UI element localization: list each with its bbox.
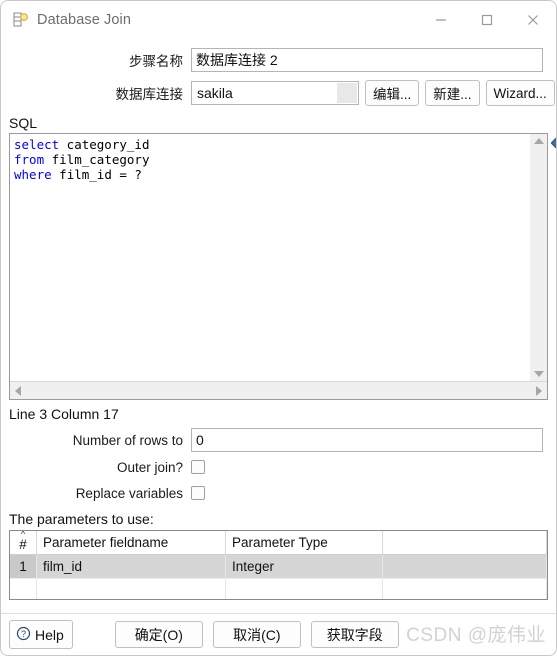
sql-text: film_category <box>44 152 150 167</box>
bookmark-diamond-icon[interactable] <box>550 135 556 151</box>
cancel-button[interactable]: 取消(C) <box>212 621 301 648</box>
connection-label: 数据库连接 <box>115 87 184 102</box>
number-of-rows-input[interactable] <box>191 428 543 452</box>
replace-variables-row: Replace variables <box>1 481 556 505</box>
sql-horizontal-scrollbar[interactable] <box>10 381 547 399</box>
sql-keyword: from <box>14 152 45 167</box>
parameter-fieldname-cell[interactable] <box>36 578 226 599</box>
help-button[interactable]: ? Help <box>9 620 73 649</box>
sql-vertical-scrollbar[interactable] <box>529 134 547 381</box>
dialog-footer: ? Help 确定(O) 取消(C) 获取字段 CSDN @庞伟业 <box>1 613 556 655</box>
scroll-down-icon[interactable] <box>533 371 544 377</box>
number-of-rows-row: Number of rows to <box>1 427 556 453</box>
sort-ascending-icon: ^ <box>20 530 26 539</box>
window-controls <box>418 1 556 39</box>
column-header-type[interactable]: Parameter Type <box>225 531 383 555</box>
close-icon[interactable] <box>510 1 556 39</box>
parameter-fieldname-cell[interactable]: film_id <box>36 554 226 579</box>
outer-join-label: Outer join? <box>116 459 183 475</box>
step-name-input[interactable] <box>191 48 543 72</box>
database-join-icon <box>12 11 30 29</box>
help-button-label: Help <box>35 626 64 643</box>
row-index-cell <box>10 578 37 599</box>
window-title: Database Join <box>37 12 131 28</box>
cursor-position-status: Line 3 Column 17 <box>9 406 119 422</box>
database-join-dialog: Database Join 步骤名称 数据库连接 sakila <box>0 0 557 656</box>
sql-editor[interactable]: select category_id from film_category wh… <box>9 133 556 400</box>
wizard-button[interactable]: Wizard... <box>485 80 555 106</box>
table-row[interactable] <box>10 578 547 599</box>
parameter-type-cell[interactable]: Integer <box>225 554 383 579</box>
sql-keyword: where <box>14 167 52 182</box>
sql-text: film_id = ? <box>51 167 142 182</box>
question-circle-icon: ? <box>16 626 31 644</box>
parameter-empty-cell <box>382 578 547 599</box>
minimize-icon[interactable] <box>418 1 464 39</box>
table-header-row: ^ # Parameter fieldname Parameter Type <box>10 531 547 555</box>
scroll-up-icon[interactable] <box>533 138 544 144</box>
parameter-empty-cell <box>382 554 547 579</box>
sql-section-label: SQL <box>9 115 38 131</box>
parameters-table: ^ # Parameter fieldname Parameter Type 1… <box>10 531 547 599</box>
parameters-caption: The parameters to use: <box>9 511 154 527</box>
get-fields-button[interactable]: 获取字段 <box>310 621 399 648</box>
scroll-left-icon[interactable] <box>15 385 21 396</box>
row-index-cell: 1 <box>10 554 37 579</box>
column-header-empty <box>382 531 547 555</box>
outer-join-checkbox[interactable] <box>191 460 205 474</box>
parameters-table-body: 1 film_id Integer <box>10 554 547 599</box>
column-header-index[interactable]: ^ # <box>10 531 37 555</box>
title-bar: Database Join <box>1 1 556 39</box>
connection-row: 数据库连接 sakila 编辑... 新建... Wizard... <box>1 80 556 106</box>
replace-variables-label: Replace variables <box>75 485 183 501</box>
parameter-type-cell[interactable] <box>225 578 383 599</box>
svg-text:?: ? <box>21 629 26 639</box>
replace-variables-checkbox[interactable] <box>191 486 205 500</box>
footer-actions: 确定(O) 取消(C) 获取字段 <box>114 621 399 648</box>
connection-combo[interactable]: sakila <box>191 81 359 105</box>
step-name-label: 步骤名称 <box>129 54 183 69</box>
column-header-index-label: # <box>19 537 27 552</box>
maximize-icon[interactable] <box>464 1 510 39</box>
sql-text: category_id <box>59 137 150 152</box>
sql-code-text[interactable]: select category_id from film_category wh… <box>10 134 529 381</box>
number-of-rows-label: Number of rows to <box>72 432 183 448</box>
sql-keyword: select <box>14 137 60 152</box>
parameters-table-wrapper: ^ # Parameter fieldname Parameter Type 1… <box>9 530 548 600</box>
connection-value: sakila <box>197 85 233 101</box>
watermark: CSDN @庞伟业 <box>406 625 546 646</box>
ok-button[interactable]: 确定(O) <box>114 621 203 648</box>
chevron-down-icon[interactable] <box>337 83 357 103</box>
outer-join-row: Outer join? <box>1 455 556 479</box>
table-row[interactable]: 1 film_id Integer <box>10 554 547 579</box>
new-connection-button[interactable]: 新建... <box>425 80 480 106</box>
column-header-fieldname[interactable]: Parameter fieldname <box>36 531 226 555</box>
edit-connection-button[interactable]: 编辑... <box>365 80 420 106</box>
scroll-right-icon[interactable] <box>536 385 542 396</box>
sql-editor-body: select category_id from film_category wh… <box>10 134 547 381</box>
step-name-row: 步骤名称 <box>1 47 556 73</box>
